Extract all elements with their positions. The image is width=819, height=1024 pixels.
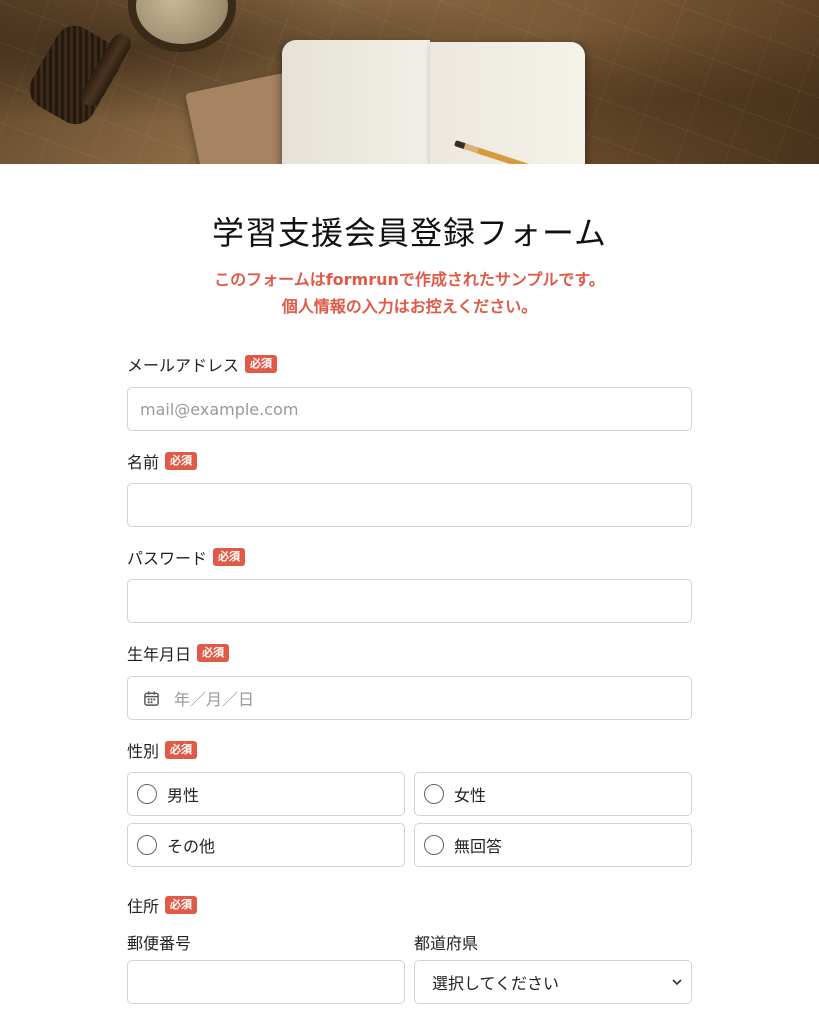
birthdate-label-row: 生年月日 必須 — [127, 641, 230, 665]
prefecture-selected-value: 選択してください — [432, 974, 560, 993]
sample-notice: このフォームはformrunで作成されたサンプルです。 — [214, 270, 605, 289]
required-badge: 必須 — [213, 548, 246, 566]
gender-option-female[interactable]: 女性 — [414, 772, 692, 816]
prefecture-select[interactable]: 選択してください — [414, 960, 692, 1004]
radio-circle-icon[interactable] — [424, 835, 444, 855]
gender-option-male[interactable]: 男性 — [127, 772, 405, 816]
header-image — [0, 0, 819, 164]
email-label-row: メールアドレス 必須 — [127, 352, 278, 376]
gender-option-other[interactable]: その他 — [127, 823, 405, 867]
required-badge: 必須 — [245, 355, 278, 373]
gender-label-row: 性別 必須 — [127, 738, 198, 762]
gender-option-label: 無回答 — [454, 837, 503, 856]
email-placeholder: mail@example.com — [140, 399, 299, 419]
page-title: 学習支援会員登録フォーム — [211, 214, 608, 252]
birthdate-placeholder: 年／月／日 — [174, 690, 255, 709]
postal-code-label-text: 郵便番号 — [127, 934, 192, 953]
gender-option-label: その他 — [167, 837, 216, 856]
calendar-icon — [144, 690, 159, 706]
required-badge: 必須 — [165, 741, 198, 759]
name-label-row: 名前 必須 — [127, 449, 198, 473]
notebook-page-right — [430, 42, 585, 164]
address-label: 住所 — [127, 897, 160, 916]
required-badge: 必須 — [165, 896, 198, 914]
postal-code-field[interactable] — [127, 960, 405, 1004]
prefecture-label: 都道府県 — [414, 930, 478, 954]
address-label-row: 住所 必須 — [127, 893, 198, 917]
gender-label: 性別 — [127, 742, 160, 761]
postal-code-label: 郵便番号 — [127, 930, 191, 954]
birthdate-label: 生年月日 — [127, 645, 192, 664]
required-badge: 必須 — [197, 644, 230, 662]
gender-option-no-answer[interactable]: 無回答 — [414, 823, 692, 867]
chevron-down-icon — [672, 979, 682, 986]
radio-circle-icon[interactable] — [137, 784, 157, 804]
radio-circle-icon[interactable] — [424, 784, 444, 804]
name-field[interactable] — [127, 483, 692, 527]
gender-option-label: 男性 — [167, 786, 200, 805]
prefecture-label-text: 都道府県 — [414, 934, 479, 953]
gender-option-label: 女性 — [454, 786, 487, 805]
password-field[interactable] — [127, 579, 692, 623]
email-field[interactable]: mail@example.com — [127, 387, 692, 431]
birthdate-field[interactable]: 年／月／日 — [127, 676, 692, 720]
name-label: 名前 — [127, 453, 160, 472]
privacy-notice: 個人情報の入力はお控えください。 — [281, 297, 538, 316]
notebook-page-left — [282, 40, 430, 164]
password-label-row: パスワード 必須 — [127, 545, 246, 569]
password-label: パスワード — [127, 549, 208, 568]
radio-circle-icon[interactable] — [137, 835, 157, 855]
email-label: メールアドレス — [127, 356, 240, 375]
required-badge: 必須 — [165, 452, 198, 470]
